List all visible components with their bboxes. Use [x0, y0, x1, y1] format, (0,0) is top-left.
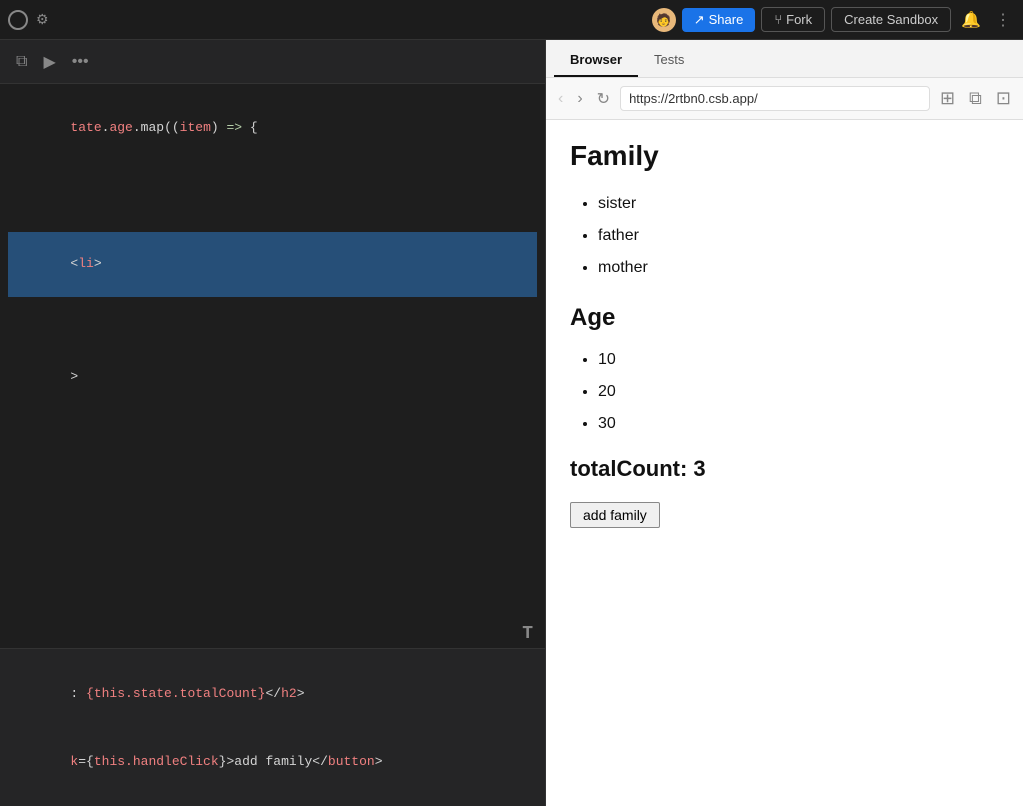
code-line-2	[8, 160, 537, 184]
code-line-4	[8, 208, 537, 232]
open-in-new-icon[interactable]: ⊞	[936, 86, 959, 111]
code-line-closing: >	[8, 345, 537, 409]
total-count-display: totalCount: 3	[570, 456, 999, 482]
share-icon: ↗	[694, 12, 705, 28]
avatar: 🧑	[652, 8, 676, 32]
more-icon[interactable]: ⋮	[991, 6, 1015, 34]
family-item-father: father	[598, 220, 999, 252]
family-list: sister father mother	[570, 188, 999, 284]
fork-icon: ⑂	[774, 12, 782, 27]
browser-panel: Browser Tests ‹ › ↻ ⊞ ⧉ ⊡ Family sister …	[545, 40, 1023, 806]
code-line-7	[8, 321, 537, 345]
age-list: 10 20 30	[570, 344, 999, 440]
browser-tab-bar: Browser Tests	[546, 40, 1023, 78]
create-sandbox-button[interactable]: Create Sandbox	[831, 7, 951, 32]
split-horizontal-icon[interactable]: ⧉	[12, 49, 31, 75]
family-item-mother: mother	[598, 252, 999, 284]
fork-button[interactable]: ⑂ Fork	[761, 7, 825, 32]
browser-content: Family sister father mother Age 10 20 30…	[546, 120, 1023, 806]
code-editor[interactable]: tate.age.map((item) => { <li> > T	[0, 84, 545, 648]
age-item-10: 10	[598, 344, 999, 376]
main-area: ⧉ ▶ ••• tate.age.map((item) => { <li> > …	[0, 40, 1023, 806]
code-line-6	[8, 297, 537, 321]
reload-button[interactable]: ↻	[593, 87, 614, 111]
address-input[interactable]	[620, 86, 930, 111]
tab-tests[interactable]: Tests	[638, 44, 700, 77]
family-heading: Family	[570, 140, 999, 172]
editor-toolbar: ⧉ ▶ •••	[0, 40, 545, 84]
code-editor-bottom[interactable]: : {this.state.totalCount}</h2> k={this.h…	[0, 648, 545, 806]
code-line-1: tate.age.map((item) => {	[8, 96, 537, 160]
header-bar: ⚙ 🧑 ↗ Share ⑂ Fork Create Sandbox 🔔 ⋮	[0, 0, 1023, 40]
browser-address-bar: ‹ › ↻ ⊞ ⧉ ⊡	[546, 78, 1023, 120]
add-family-button[interactable]: add family	[570, 502, 660, 528]
copy-url-icon[interactable]: ⧉	[965, 86, 986, 111]
back-button[interactable]: ‹	[554, 88, 567, 110]
tab-browser[interactable]: Browser	[554, 44, 638, 77]
age-item-30: 30	[598, 408, 999, 440]
editor-panel: ⧉ ▶ ••• tate.age.map((item) => { <li> > …	[0, 40, 545, 806]
family-item-sister: sister	[598, 188, 999, 220]
preview-icon[interactable]: ▶	[39, 48, 59, 76]
globe-icon	[8, 10, 28, 30]
settings-icon: ⚙	[36, 11, 49, 28]
header-right: 🧑 ↗ Share ⑂ Fork Create Sandbox 🔔 ⋮	[652, 6, 1015, 34]
code-line-3	[8, 184, 537, 208]
code-line-selected: <li>	[8, 232, 537, 296]
header-left: ⚙	[8, 10, 49, 30]
code-bottom-line-1: : {this.state.totalCount}</h2>	[8, 659, 537, 727]
browser-settings-icon[interactable]: ⊡	[992, 86, 1015, 111]
bell-icon[interactable]: 🔔	[957, 6, 985, 34]
code-bottom-line-2: k={this.handleClick}>add family</button>	[8, 728, 537, 796]
share-button[interactable]: ↗ Share	[682, 8, 756, 32]
forward-button[interactable]: ›	[573, 88, 586, 110]
age-heading: Age	[570, 304, 999, 332]
age-item-20: 20	[598, 376, 999, 408]
resize-handle: T	[522, 620, 533, 649]
more-options-icon[interactable]: •••	[68, 49, 93, 75]
